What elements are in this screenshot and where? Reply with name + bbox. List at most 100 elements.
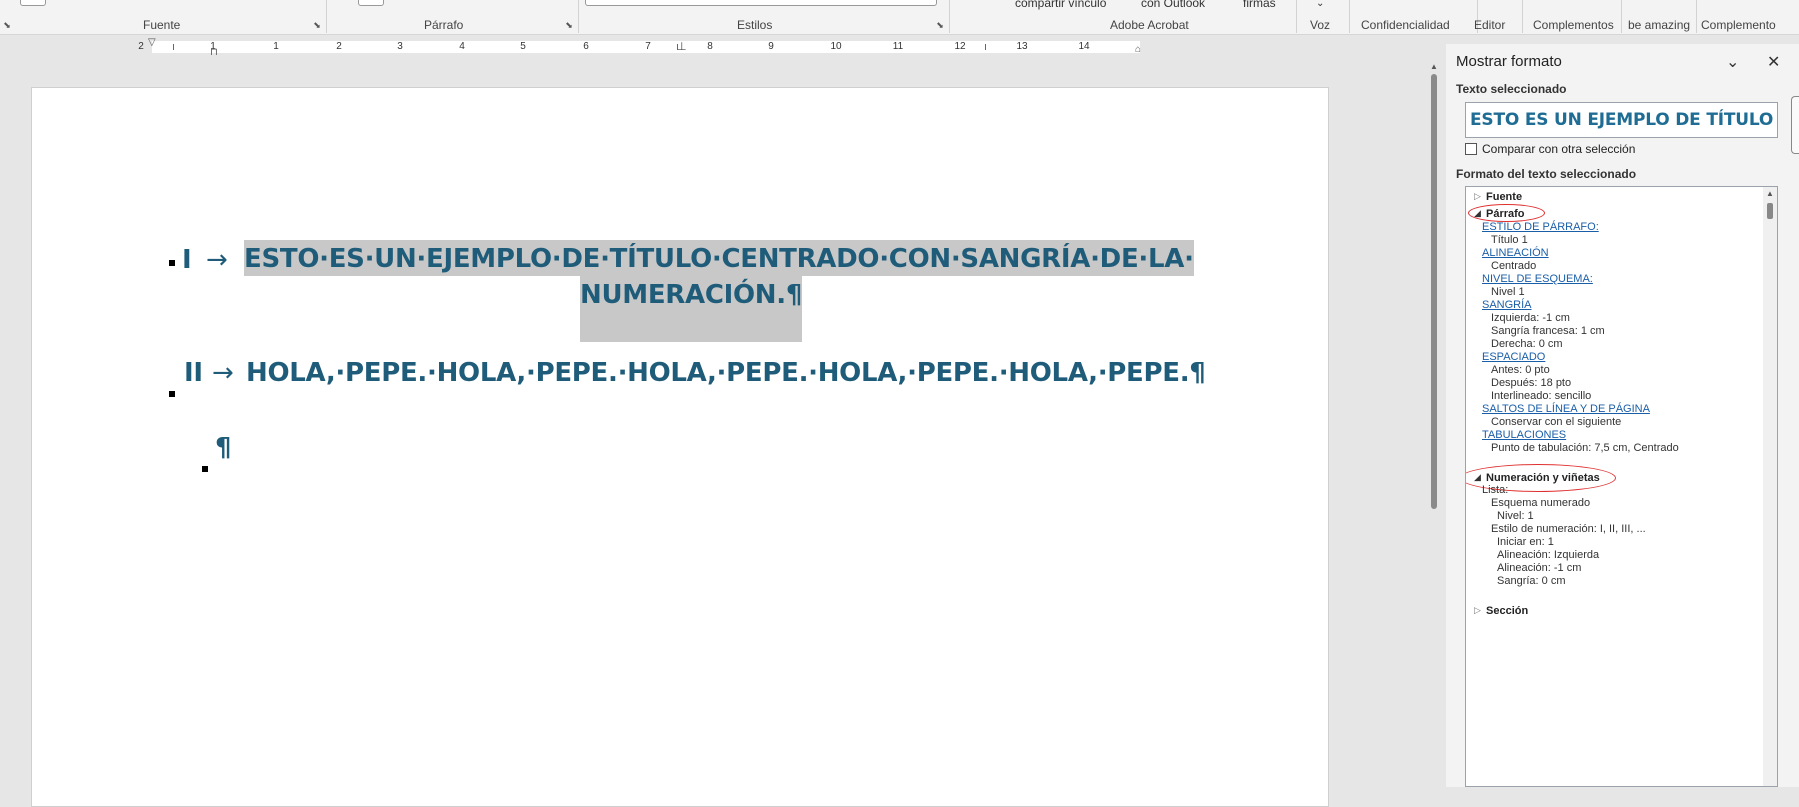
- first-line-indent-marker-icon[interactable]: ▽: [148, 37, 156, 48]
- heading-1-number[interactable]: I: [182, 245, 192, 275]
- ruler-number: 13: [1016, 41, 1028, 52]
- pane-edge-handle[interactable]: [1791, 96, 1799, 154]
- compartir-vinculo-button[interactable]: compartir vínculo: [1015, 0, 1106, 10]
- value-nivel-esquema: Nivel 1: [1491, 286, 1525, 298]
- group-separator: [1621, 0, 1622, 33]
- value-lista: Lista:: [1482, 484, 1509, 496]
- ribbon: ⬊ Fuente ⬊ Párrafo ⬊ Estilos ⬊ compartir…: [0, 0, 1799, 35]
- value-sangria-francesa: Sangría francesa: 1 cm: [1491, 325, 1605, 337]
- heading-2-number[interactable]: II: [184, 358, 203, 388]
- fuente-launcher-icon[interactable]: ⬊: [312, 20, 322, 30]
- value-alineacion-izquierda: Alineación: Izquierda: [1497, 549, 1600, 561]
- right-indent-marker-icon[interactable]: ⌂: [1135, 44, 1141, 55]
- group-fuente-label: Fuente: [143, 18, 181, 32]
- ruler-tick: [173, 44, 174, 50]
- horizontal-ruler[interactable]: 2 1 1 2 3 4 5 6 7 8 9 10 11 12 13 14 ▽ ⊓…: [0, 36, 1430, 58]
- group-be-amazing-label: be amazing: [1628, 18, 1691, 32]
- link-tabulaciones[interactable]: TABULACIONES: [1482, 429, 1566, 441]
- format-tree: ▲ ▷ Fuente ◢ Párrafo ESTILO DE PÁRRAFO: …: [1465, 186, 1778, 787]
- close-icon[interactable]: ✕: [1767, 52, 1780, 72]
- group-parrafo-label: Párrafo: [424, 18, 464, 32]
- con-outlook-button[interactable]: con Outlook: [1141, 0, 1205, 10]
- link-alineacion[interactable]: ALINEACIÓN: [1482, 247, 1549, 259]
- link-estilo-parrafo[interactable]: ESTILO DE PÁRRAFO:: [1482, 221, 1599, 233]
- collapsed-triangle-icon[interactable]: ▷: [1474, 605, 1481, 616]
- ruler-number: 8: [707, 41, 713, 52]
- ruler-number: 7: [645, 41, 651, 52]
- value-nivel: Nivel: 1: [1497, 510, 1534, 522]
- link-espaciado[interactable]: ESPACIADO: [1482, 351, 1545, 363]
- value-espaciado-despues: Después: 18 pto: [1491, 377, 1572, 389]
- ruler-number: 1: [273, 41, 279, 52]
- empty-paragraph-mark[interactable]: ¶: [215, 433, 232, 463]
- parrafo-launcher-icon[interactable]: ⬊: [564, 20, 574, 30]
- ruler-number: 4: [459, 41, 465, 52]
- tree-seccion[interactable]: Sección: [1486, 605, 1528, 617]
- value-sangria-izquierda: Izquierda: -1 cm: [1491, 312, 1570, 324]
- heading-2-text[interactable]: HOLA,·PEPE.·HOLA,·PEPE.·HOLA,·PEPE.·HOLA…: [246, 358, 1206, 388]
- scroll-up-arrow-icon[interactable]: ▲: [1766, 189, 1774, 198]
- compare-label: Comparar con otra selección: [1482, 142, 1636, 156]
- link-saltos[interactable]: SALTOS DE LÍNEA Y DE PÁGINA: [1482, 403, 1650, 415]
- group-confidencialidad-label: Confidencialidad: [1361, 18, 1450, 32]
- ruler-number: 12: [954, 41, 966, 52]
- hanging-indent-marker-icon[interactable]: ⊓: [210, 47, 218, 58]
- pane-title: Mostrar formato: [1456, 53, 1562, 70]
- tree-fuente[interactable]: Fuente: [1486, 191, 1522, 203]
- heading-1-text-line-2[interactable]: NUMERACIÓN.¶: [580, 276, 802, 342]
- ruler-number: 5: [520, 41, 526, 52]
- ruler-number: 6: [583, 41, 589, 52]
- group-separator: [1296, 0, 1297, 33]
- format-of-selected-label: Formato del texto seleccionado: [1456, 167, 1637, 181]
- document-vertical-scrollbar[interactable]: ▲: [1428, 62, 1440, 787]
- font-control-stub[interactable]: [20, 0, 46, 6]
- firmas-button[interactable]: firmas: [1243, 0, 1276, 10]
- scroll-up-arrow-icon[interactable]: ▲: [1430, 62, 1438, 71]
- value-esquema-numerado: Esquema numerado: [1491, 497, 1591, 509]
- value-tabulaciones: Punto de tabulación: 7,5 cm, Centrado: [1491, 442, 1679, 454]
- paragraph-mark-bullet: [169, 391, 175, 397]
- group-separator: [1696, 0, 1697, 33]
- link-sangria[interactable]: SANGRÍA: [1482, 299, 1532, 311]
- value-sangria-derecha: Derecha: 0 cm: [1491, 338, 1563, 350]
- heading-1-text-line-1[interactable]: ESTO·ES·UN·EJEMPLO·DE·TÍTULO·CENTRADO·CO…: [244, 240, 1194, 276]
- scroll-thumb[interactable]: [1431, 74, 1437, 509]
- group-editor-label: Editor: [1474, 18, 1506, 32]
- styles-gallery-stub[interactable]: [585, 0, 937, 6]
- tab-arrow: →: [206, 245, 228, 275]
- value-sangria: Sangría: 0 cm: [1497, 575, 1566, 587]
- value-estilo-parrafo: Título 1: [1491, 234, 1528, 246]
- voz-dropdown-icon[interactable]: ⌄: [1316, 0, 1324, 9]
- tree-scrollbar[interactable]: ▲: [1763, 187, 1777, 786]
- selected-text-sample[interactable]: ESTO ES UN EJEMPLO DE TÍTULO CENTRADO: [1465, 102, 1778, 138]
- value-alineacion-cm: Alineación: -1 cm: [1497, 562, 1582, 574]
- ruler-number: 10: [830, 41, 842, 52]
- tab-arrow: →: [212, 358, 234, 388]
- value-iniciar-en: Iniciar en: 1: [1497, 536, 1554, 548]
- ruler-number: 14: [1078, 41, 1090, 52]
- compare-checkbox[interactable]: [1465, 143, 1477, 155]
- reveal-formatting-pane: Mostrar formato ⌄ ✕ Texto seleccionado E…: [1446, 44, 1799, 787]
- selected-text-label: Texto seleccionado: [1456, 82, 1567, 96]
- paragraph-control-stub[interactable]: [358, 0, 384, 6]
- sample-text: ESTO ES UN EJEMPLO DE TÍTULO CENTRADO: [1470, 110, 1777, 130]
- document-page[interactable]: I → ESTO·ES·UN·EJEMPLO·DE·TÍTULO·CENTRAD…: [31, 87, 1329, 807]
- ruler-number: 2: [138, 41, 144, 52]
- dialog-launcher-icon[interactable]: ⬊: [2, 20, 12, 30]
- ruler-number: 9: [768, 41, 774, 52]
- center-tab-marker-icon[interactable]: ⊥: [677, 40, 687, 53]
- paragraph-mark-bullet: [202, 466, 208, 472]
- ruler-tick: [985, 44, 986, 50]
- value-saltos: Conservar con el siguiente: [1491, 416, 1622, 428]
- link-nivel-esquema[interactable]: NIVEL DE ESQUEMA:: [1482, 273, 1593, 285]
- group-separator: [326, 0, 327, 33]
- value-estilo-numeracion: Estilo de numeración: I, II, III, ...: [1491, 523, 1646, 535]
- estilos-launcher-icon[interactable]: ⬊: [935, 20, 945, 30]
- group-separator: [578, 0, 579, 33]
- tree-scroll-thumb[interactable]: [1767, 203, 1773, 219]
- collapsed-triangle-icon[interactable]: ▷: [1474, 191, 1481, 202]
- group-acrobat-label: Adobe Acrobat: [1110, 18, 1189, 32]
- chevron-down-icon[interactable]: ⌄: [1726, 52, 1739, 72]
- group-separator: [1522, 0, 1523, 33]
- group-complementos-label: Complementos: [1533, 18, 1614, 32]
